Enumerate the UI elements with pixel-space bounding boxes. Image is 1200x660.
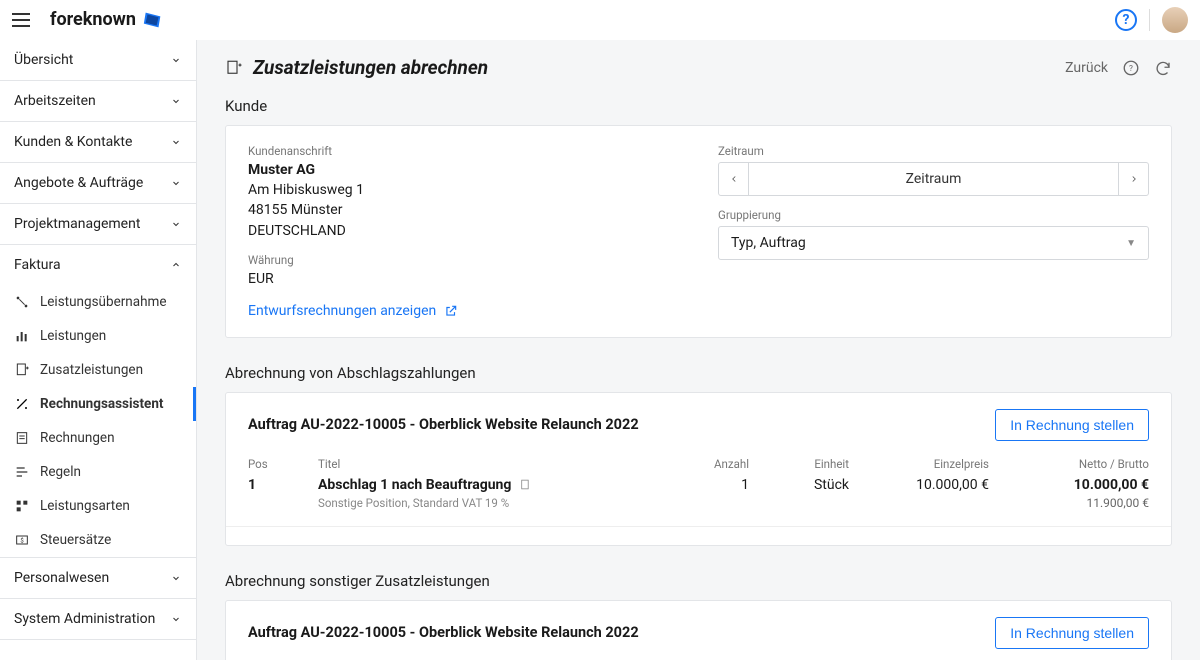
refresh-icon[interactable] <box>1154 59 1172 77</box>
col-title: Titel <box>318 457 659 471</box>
sidebar-item-uebersicht[interactable]: Übersicht <box>0 40 196 80</box>
caret-down-icon: ▼ <box>1126 238 1136 249</box>
row-qty: 1 <box>659 477 749 493</box>
table-row: 1 Abschlag 1 nach Beauftragung Sonstige … <box>248 475 1149 512</box>
currency-label: Währung <box>248 253 678 267</box>
external-link-icon <box>444 304 458 318</box>
sidebar-sub-rechnungsassistent[interactable]: Rechnungsassistent <box>0 387 196 421</box>
sidebar-sub-regeln[interactable]: Regeln <box>0 455 196 489</box>
period-value[interactable]: Zeitraum <box>749 163 1118 195</box>
page-header: Zusatzleistungen abrechnen Zurück ? <box>197 40 1200 89</box>
transfer-icon <box>14 294 30 310</box>
kunde-card: Kundenanschrift Muster AG Am Hibiskusweg… <box>225 125 1172 338</box>
row-netto: 10.000,00 € <box>989 477 1149 493</box>
order-title: Auftrag AU-2022-10005 - Oberblick Websit… <box>248 416 639 433</box>
chevron-right-icon <box>1129 174 1139 184</box>
sidebar-sub-steuersaetze[interactable]: $Steuersätze <box>0 523 196 557</box>
chevron-left-icon <box>729 174 739 184</box>
period-next-button[interactable] <box>1118 163 1148 195</box>
address-label: Kundenanschrift <box>248 144 678 158</box>
col-unit: Einheit <box>749 457 849 471</box>
sidebar-sub-leistungen[interactable]: Leistungen <box>0 319 196 353</box>
table-header: Pos Titel Anzahl Einheit Einzelpreis Net… <box>248 457 1149 475</box>
col-pos: Pos <box>248 457 318 471</box>
divider <box>226 526 1171 527</box>
invoice-button-2[interactable]: In Rechnung stellen <box>995 617 1149 649</box>
help-icon[interactable]: ? <box>1115 9 1137 31</box>
order-card-2: Auftrag AU-2022-10005 - Oberblick Websit… <box>225 600 1172 660</box>
back-link[interactable]: Zurück <box>1065 60 1108 76</box>
wand-icon <box>14 396 30 412</box>
main-content: Zusatzleistungen abrechnen Zurück ? Kund… <box>197 40 1200 660</box>
row-pos: 1 <box>248 477 318 493</box>
sidebar-item-personalwesen[interactable]: Personalwesen <box>0 558 196 598</box>
document-icon <box>519 478 532 491</box>
row-price: 10.000,00 € <box>849 477 989 493</box>
sidebar-item-angebote[interactable]: Angebote & Aufträge <box>0 163 196 203</box>
sidebar-item-projektmanagement[interactable]: Projektmanagement <box>0 204 196 244</box>
section-heading-abschlag: Abrechnung von Abschlagszahlungen <box>197 356 1200 392</box>
brand-name: foreknown <box>50 9 136 30</box>
svg-text:?: ? <box>1129 64 1133 74</box>
draft-invoices-link[interactable]: Entwurfsrechnungen anzeigen <box>248 303 458 319</box>
grouping-value: Typ, Auftrag <box>731 235 806 251</box>
col-total: Netto / Brutto <box>989 457 1149 471</box>
sidebar-item-faktura[interactable]: Faktura <box>0 245 196 285</box>
sidebar-sub-rechnungen[interactable]: Rechnungen <box>0 421 196 455</box>
sidebar-sub-leistungsarten[interactable]: Leistungsarten <box>0 489 196 523</box>
topbar: foreknown ? <box>0 0 1200 40</box>
grouping-select[interactable]: Typ, Auftrag ▼ <box>718 226 1149 260</box>
types-icon <box>14 498 30 514</box>
col-qty: Anzahl <box>659 457 749 471</box>
chevron-down-icon <box>170 218 182 230</box>
sidebar-sub-leistungsuebernahme[interactable]: Leistungsübernahme <box>0 285 196 319</box>
order-title-2: Auftrag AU-2022-10005 - Oberblick Websit… <box>248 624 639 641</box>
add-document-icon <box>14 362 30 378</box>
page-title: Zusatzleistungen abrechnen <box>253 56 1055 79</box>
order-card-1: Auftrag AU-2022-10005 - Oberblick Websit… <box>225 392 1172 546</box>
row-unit: Stück <box>749 477 849 493</box>
period-navigator: Zeitraum <box>718 162 1149 196</box>
section-heading-sonstige: Abrechnung sonstiger Zusatzleistungen <box>197 564 1200 600</box>
bar-chart-icon <box>14 328 30 344</box>
row-brutto: 11.900,00 € <box>989 496 1149 510</box>
invoice-button[interactable]: In Rechnung stellen <box>995 409 1149 441</box>
grouping-label: Gruppierung <box>718 208 1149 222</box>
chevron-up-icon <box>170 259 182 271</box>
customer-street: Am Hibiskusweg 1 <box>248 180 678 200</box>
sidebar-item-arbeitszeiten[interactable]: Arbeitszeiten <box>0 81 196 121</box>
sidebar-item-system-admin[interactable]: System Administration <box>0 599 196 639</box>
rules-icon <box>14 464 30 480</box>
row-subtitle: Sonstige Position, Standard VAT 19 % <box>318 496 659 510</box>
divider <box>1149 9 1150 31</box>
chevron-down-icon <box>170 613 182 625</box>
col-price: Einzelpreis <box>849 457 989 471</box>
sidebar-item-kunden[interactable]: Kunden & Kontakte <box>0 122 196 162</box>
customer-country: DEUTSCHLAND <box>248 221 678 241</box>
brand-logo-icon <box>142 9 164 31</box>
hamburger-menu-icon[interactable] <box>12 8 36 32</box>
chevron-down-icon <box>170 136 182 148</box>
currency-value: EUR <box>248 271 678 287</box>
section-heading-kunde: Kunde <box>197 89 1200 125</box>
customer-city: 48155 Münster <box>248 200 678 220</box>
invoice-icon <box>14 430 30 446</box>
chevron-down-icon <box>170 95 182 107</box>
customer-name: Muster AG <box>248 162 678 178</box>
help-circle-icon[interactable]: ? <box>1122 59 1140 77</box>
chevron-down-icon <box>170 572 182 584</box>
user-avatar[interactable] <box>1162 7 1188 33</box>
sidebar-sub-zusatzleistungen[interactable]: Zusatzleistungen <box>0 353 196 387</box>
row-title: Abschlag 1 nach Beauftragung <box>318 477 659 493</box>
tax-icon: $ <box>14 532 30 548</box>
period-label: Zeitraum <box>718 144 1149 158</box>
chevron-down-icon <box>170 54 182 66</box>
brand: foreknown <box>50 9 164 31</box>
period-prev-button[interactable] <box>719 163 749 195</box>
add-document-icon <box>225 59 243 77</box>
chevron-down-icon <box>170 177 182 189</box>
sidebar: Übersicht Arbeitszeiten Kunden & Kontakt… <box>0 40 197 660</box>
